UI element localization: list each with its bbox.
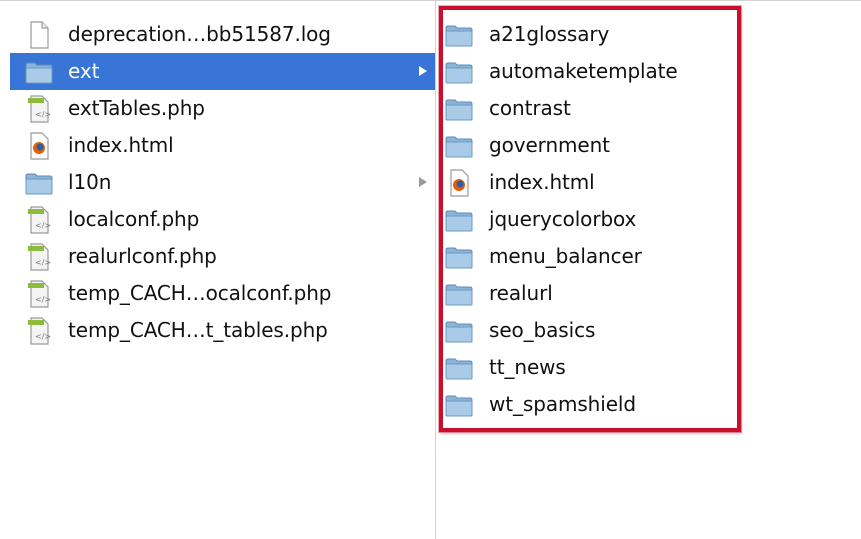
list-item-label: deprecation…bb51587.log <box>68 22 331 46</box>
php-file-icon: </> <box>24 279 54 309</box>
svg-text:</>: </> <box>35 258 51 267</box>
list-item-contrast[interactable]: contrast <box>436 90 736 127</box>
folder-icon <box>444 20 474 50</box>
folder-icon <box>444 316 474 346</box>
list-item-label: jquerycolorbox <box>489 207 637 231</box>
list-item-localconf[interactable]: </> localconf.php <box>10 201 435 238</box>
folder-icon <box>444 390 474 420</box>
svg-text:</>: </> <box>35 221 51 230</box>
list-item-realurlconf[interactable]: </> realurlconf.php <box>10 238 435 275</box>
disclosure-arrow-icon <box>419 177 427 187</box>
list-item-label: tt_news <box>489 355 566 379</box>
list-item-seo-basics[interactable]: seo_basics <box>436 312 736 349</box>
list-item-government[interactable]: government <box>436 127 736 164</box>
list-item-label: localconf.php <box>68 207 200 231</box>
folder-icon <box>444 205 474 235</box>
list-item-label: temp_CACH…t_tables.php <box>68 318 328 342</box>
list-item-label: seo_basics <box>489 318 596 342</box>
list-item-index-html[interactable]: index.html <box>10 127 435 164</box>
svg-text:</>: </> <box>35 110 51 119</box>
html-file-icon <box>444 168 474 198</box>
list-item-tt-news[interactable]: tt_news <box>436 349 736 386</box>
list-item-l10n[interactable]: l10n <box>10 164 435 201</box>
list-item-realurl[interactable]: realurl <box>436 275 736 312</box>
folder-icon <box>444 131 474 161</box>
disclosure-arrow-icon <box>419 66 427 76</box>
column-browser: deprecation…bb51587.log ext </> extTable… <box>0 0 861 539</box>
folder-icon <box>444 279 474 309</box>
list-item-label: wt_spamshield <box>489 392 636 416</box>
list-item-label: automaketemplate <box>489 59 678 83</box>
list-item-deprecation-log[interactable]: deprecation…bb51587.log <box>10 16 435 53</box>
folder-icon <box>24 57 54 87</box>
list-item-label: a21glossary <box>489 22 610 46</box>
svg-text:</>: </> <box>35 295 51 304</box>
php-file-icon: </> <box>24 242 54 272</box>
text-file-icon <box>24 20 54 50</box>
folder-icon <box>444 57 474 87</box>
list-item-automaketemplate[interactable]: automaketemplate <box>436 53 736 90</box>
php-file-icon: </> <box>24 94 54 124</box>
list-item-label: l10n <box>68 170 112 194</box>
php-file-icon: </> <box>24 205 54 235</box>
svg-text:</>: </> <box>35 332 51 341</box>
list-item-label: government <box>489 133 610 157</box>
list-item-label: index.html <box>489 170 595 194</box>
list-item-exttables[interactable]: </> extTables.php <box>10 90 435 127</box>
php-file-icon: </> <box>24 316 54 346</box>
list-item-label: menu_balancer <box>489 244 642 268</box>
list-item-jquerycolorbox[interactable]: jquerycolorbox <box>436 201 736 238</box>
list-item-wt-spamshield[interactable]: wt_spamshield <box>436 386 736 423</box>
list-item-label: temp_CACH…ocalconf.php <box>68 281 332 305</box>
list-item-a21glossary[interactable]: a21glossary <box>436 16 736 53</box>
folder-icon <box>24 168 54 198</box>
list-item-label: contrast <box>489 96 571 120</box>
list-item-label: index.html <box>68 133 174 157</box>
list-item-temp-cache-localconf[interactable]: </> temp_CACH…ocalconf.php <box>10 275 435 312</box>
list-item-label: realurl <box>489 281 553 305</box>
child-column: a21glossary automaketemplate contrast go… <box>436 1 861 539</box>
list-item-label: ext <box>68 59 100 83</box>
folder-icon <box>444 242 474 272</box>
list-item-label: extTables.php <box>68 96 205 120</box>
html-file-icon <box>24 131 54 161</box>
list-item-menu-balancer[interactable]: menu_balancer <box>436 238 736 275</box>
list-item-ext[interactable]: ext <box>10 53 435 90</box>
list-item-index-html[interactable]: index.html <box>436 164 736 201</box>
parent-column: deprecation…bb51587.log ext </> extTable… <box>0 1 435 539</box>
folder-icon <box>444 94 474 124</box>
list-item-label: realurlconf.php <box>68 244 217 268</box>
folder-icon <box>444 353 474 383</box>
list-item-temp-cache-tables[interactable]: </> temp_CACH…t_tables.php <box>10 312 435 349</box>
